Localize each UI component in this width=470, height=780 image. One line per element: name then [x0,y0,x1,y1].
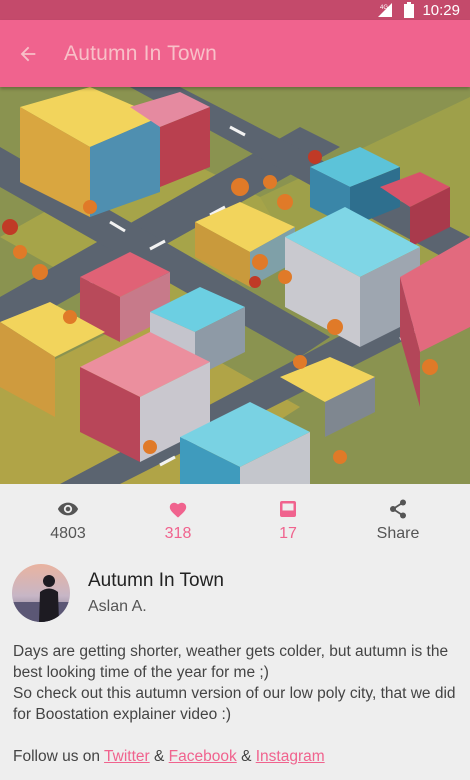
description-line-2: So check out this autumn version of our … [13,685,456,723]
saves-count: 17 [279,525,297,542]
app-bar: Autumn In Town [0,20,470,87]
eye-icon [57,502,79,516]
saves-stat[interactable]: 17 [233,496,343,552]
description-line-1: Days are getting shorter, weather gets c… [13,643,449,681]
follow-line: Follow us on Twitter & Facebook & Instag… [13,746,457,767]
ampersand: & [241,748,252,765]
share-label: Share [376,525,420,542]
likes-count: 318 [164,525,192,542]
network-signal-icon: 4G [378,3,396,17]
author-block: Autumn In Town Aslan A. [12,564,224,622]
follow-prefix: Follow us on [13,748,101,765]
inbox-icon [280,501,296,517]
post-description: Days are getting shorter, weather gets c… [13,641,457,767]
instagram-link[interactable]: Instagram [256,748,325,765]
back-button[interactable] [0,26,56,82]
status-time: 10:29 [422,1,460,19]
post-title: Autumn In Town [88,570,224,591]
heart-icon [169,502,187,518]
share-button[interactable]: Share [343,496,453,552]
status-bar: 4G 10:29 [0,0,470,20]
arrow-back-icon [20,46,36,61]
author-name[interactable]: Aslan A. [88,598,224,616]
battery-icon [404,2,415,18]
ampersand: & [154,748,165,765]
likes-stat[interactable]: 318 [123,496,233,552]
hero-image[interactable] [0,87,470,484]
page-title: Autumn In Town [64,41,217,65]
avatar[interactable] [12,564,70,622]
stats-bar: 4803 318 17 Share [0,496,470,552]
facebook-link[interactable]: Facebook [169,748,237,765]
views-stat[interactable]: 4803 [13,496,123,552]
twitter-link[interactable]: Twitter [104,748,150,765]
svg-text:4G: 4G [380,5,388,11]
share-icon [390,499,406,519]
views-count: 4803 [50,525,86,542]
